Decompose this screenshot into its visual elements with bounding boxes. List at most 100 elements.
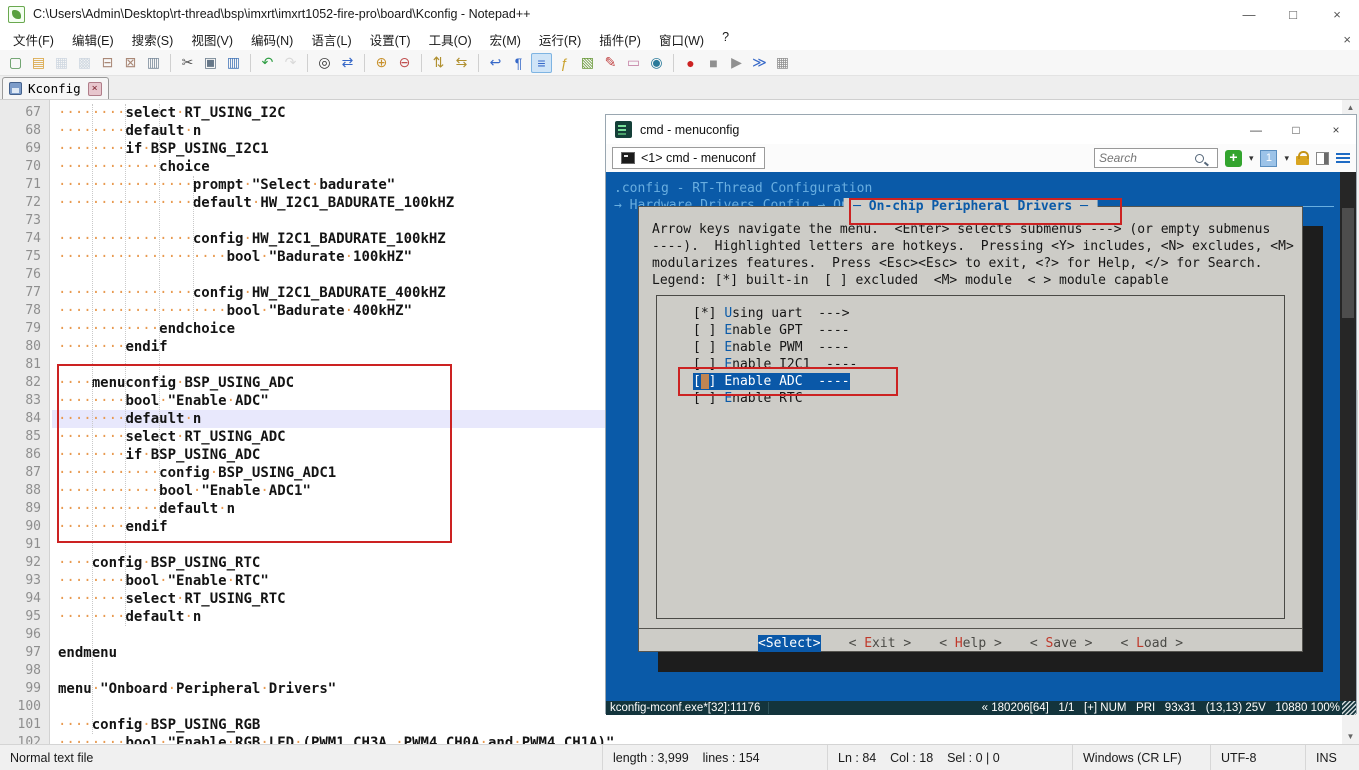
editor-line[interactable]: ················default·HW_I2C1_BADURATE… xyxy=(58,194,454,212)
editor-line[interactable]: ········bool·"Enable·RGB·LED·(PWM1_CH3A,… xyxy=(58,734,614,744)
close-file-icon[interactable]: ⊟ xyxy=(97,53,118,73)
macro-record-icon[interactable]: ● xyxy=(680,53,701,73)
console-scrollbar-thumb[interactable] xyxy=(1342,208,1354,318)
zoom-in-icon[interactable]: ⊕ xyxy=(371,53,392,73)
sync-horizontal-icon[interactable]: ⇆ xyxy=(451,53,472,73)
editor-line[interactable]: ············bool·"Enable·ADC1" xyxy=(58,482,311,500)
new-file-icon[interactable]: ▢ xyxy=(5,53,26,73)
copy-icon[interactable]: ▣ xyxy=(200,53,221,73)
editor-line[interactable]: ············endchoice xyxy=(58,320,235,338)
paste-icon[interactable]: ▥ xyxy=(223,53,244,73)
scrollbar-up-icon[interactable]: ▲ xyxy=(1342,100,1359,115)
indent-guide-icon[interactable]: ≡ xyxy=(531,53,552,73)
editor-line[interactable]: ····················bool·"Badurate·400kH… xyxy=(58,302,412,320)
monitoring-eye-icon[interactable]: ◉ xyxy=(646,53,667,73)
window-switch-button[interactable]: 1 xyxy=(1260,150,1277,167)
editor-line[interactable]: ········endif xyxy=(58,338,168,356)
cmd-close-button[interactable]: × xyxy=(1316,116,1356,143)
editor-line[interactable]: ········default·n xyxy=(58,608,201,626)
npp-doc-close-icon[interactable]: × xyxy=(1343,32,1351,47)
sync-vertical-icon[interactable]: ⇅ xyxy=(428,53,449,73)
hamburger-menu-icon[interactable] xyxy=(1336,153,1350,164)
console-search-box[interactable] xyxy=(1094,148,1218,168)
macro-save-icon[interactable]: ▦ xyxy=(772,53,793,73)
help-button[interactable]: < Help > xyxy=(939,635,1002,652)
cmd-minimize-button[interactable]: — xyxy=(1236,116,1276,143)
npp-maximize-button[interactable]: □ xyxy=(1271,1,1315,27)
status-eol[interactable]: Windows (CR LF) xyxy=(1073,745,1211,770)
menubar-item[interactable]: 搜索(S) xyxy=(123,27,183,52)
save-button[interactable]: < Save > xyxy=(1030,635,1093,652)
word-wrap-icon[interactable]: ↩ xyxy=(485,53,506,73)
macro-run-multi-icon[interactable]: ≫ xyxy=(749,53,770,73)
editor-line[interactable]: ····················bool·"Badurate·100kH… xyxy=(58,248,412,266)
menubar-item[interactable]: 文件(F) xyxy=(4,27,63,52)
menubar-item[interactable]: 窗口(W) xyxy=(650,27,713,52)
window-switch-dropdown-icon[interactable]: ▾ xyxy=(1284,153,1289,164)
status-encoding[interactable]: UTF-8 xyxy=(1211,745,1306,770)
editor-line[interactable]: menu·"Onboard·Peripheral·Drivers" xyxy=(58,680,336,698)
menubar-item[interactable]: 编码(N) xyxy=(242,27,302,52)
editor-line[interactable]: ········if·BSP_USING_I2C1 xyxy=(58,140,269,158)
menu-item-enable-adc[interactable]: [ ] Enable ADC ---- xyxy=(693,373,850,390)
console-scrollbar[interactable] xyxy=(1340,172,1356,701)
tab-close-icon[interactable]: × xyxy=(88,82,102,96)
editor-line[interactable]: ········bool·"Enable·ADC" xyxy=(58,392,269,410)
search-icon[interactable] xyxy=(1195,154,1204,163)
menu-item-enable-gpt[interactable]: [ ] Enable GPT ---- xyxy=(693,322,850,339)
editor-line[interactable]: ········endif xyxy=(58,518,168,536)
open-folder-icon[interactable]: ▤ xyxy=(28,53,49,73)
editor-line[interactable]: ····menuconfig·BSP_USING_ADC xyxy=(58,374,294,392)
editor-line[interactable]: ············choice xyxy=(58,158,210,176)
lock-icon[interactable] xyxy=(1296,156,1309,165)
npp-minimize-button[interactable]: — xyxy=(1227,1,1271,27)
editor-line[interactable]: ················config·HW_I2C1_BADURATE_… xyxy=(58,230,446,248)
replace-icon[interactable]: ⇄ xyxy=(337,53,358,73)
tab-kconfig[interactable]: Kconfig × xyxy=(2,77,109,99)
zoom-out-icon[interactable]: ⊖ xyxy=(394,53,415,73)
editor-line[interactable]: ················prompt·"Select·badurate" xyxy=(58,176,395,194)
find-icon[interactable]: ◎ xyxy=(314,53,335,73)
editor-line[interactable]: ········default·n xyxy=(58,410,201,428)
menu-item-using-uart[interactable]: [*] Using uart ---> xyxy=(693,305,850,322)
status-ins-mode[interactable]: INS xyxy=(1306,745,1359,770)
select-button[interactable]: <Select> xyxy=(758,635,821,652)
resize-grip-icon[interactable] xyxy=(1342,701,1356,715)
menubar-item[interactable]: 编辑(E) xyxy=(63,27,123,52)
menubar-item[interactable]: 语言(L) xyxy=(302,27,360,52)
menubar-item[interactable]: 运行(R) xyxy=(530,27,590,52)
load-button[interactable]: < Load > xyxy=(1120,635,1183,652)
editor-line[interactable]: ············default·n xyxy=(58,500,235,518)
macro-play-icon[interactable]: ▶ xyxy=(726,53,747,73)
editor-line[interactable]: ············config·BSP_USING_ADC1 xyxy=(58,464,336,482)
undo-icon[interactable]: ↶ xyxy=(257,53,278,73)
menu-item-enable-rtc[interactable]: [ ] Enable RTC xyxy=(693,390,803,407)
npp-close-button[interactable]: × xyxy=(1315,1,1359,27)
macro-stop-icon[interactable]: ■ xyxy=(703,53,724,73)
sidebar-panel-icon[interactable] xyxy=(1316,152,1329,165)
function-list-icon[interactable]: ƒ xyxy=(554,53,575,73)
print-icon[interactable]: ▥ xyxy=(143,53,164,73)
show-all-chars-icon[interactable]: ¶ xyxy=(508,53,529,73)
menu-item-enable-i2c1[interactable]: [ ] Enable I2C1 ---- xyxy=(693,356,857,373)
search-input[interactable] xyxy=(1099,151,1195,165)
menubar-item[interactable]: 视图(V) xyxy=(182,27,242,52)
cmd-maximize-button[interactable]: □ xyxy=(1276,116,1316,143)
document-map-icon[interactable]: ▧ xyxy=(577,53,598,73)
cut-icon[interactable]: ✂ xyxy=(177,53,198,73)
folder-workspace-icon[interactable]: ▭ xyxy=(623,53,644,73)
document-edit-icon[interactable]: ✎ xyxy=(600,53,621,73)
menubar-item[interactable]: 工具(O) xyxy=(420,27,481,52)
editor-line[interactable]: ········default·n xyxy=(58,122,201,140)
cmd-console-tab[interactable]: <1> cmd - menuconf xyxy=(612,147,765,169)
close-all-icon[interactable]: ⊠ xyxy=(120,53,141,73)
scrollbar-down-icon[interactable]: ▼ xyxy=(1342,729,1359,744)
editor-line[interactable]: ····config·BSP_USING_RGB xyxy=(58,716,260,734)
exit-button[interactable]: < Exit > xyxy=(849,635,912,652)
new-console-dropdown-icon[interactable]: ▾ xyxy=(1249,153,1254,164)
editor-line[interactable]: endmenu xyxy=(58,644,117,662)
menubar-item[interactable]: 设置(T) xyxy=(361,27,420,52)
menubar-item[interactable]: ? xyxy=(713,27,738,52)
new-console-button[interactable]: + xyxy=(1225,150,1242,167)
menubar-item[interactable]: 宏(M) xyxy=(481,27,530,52)
